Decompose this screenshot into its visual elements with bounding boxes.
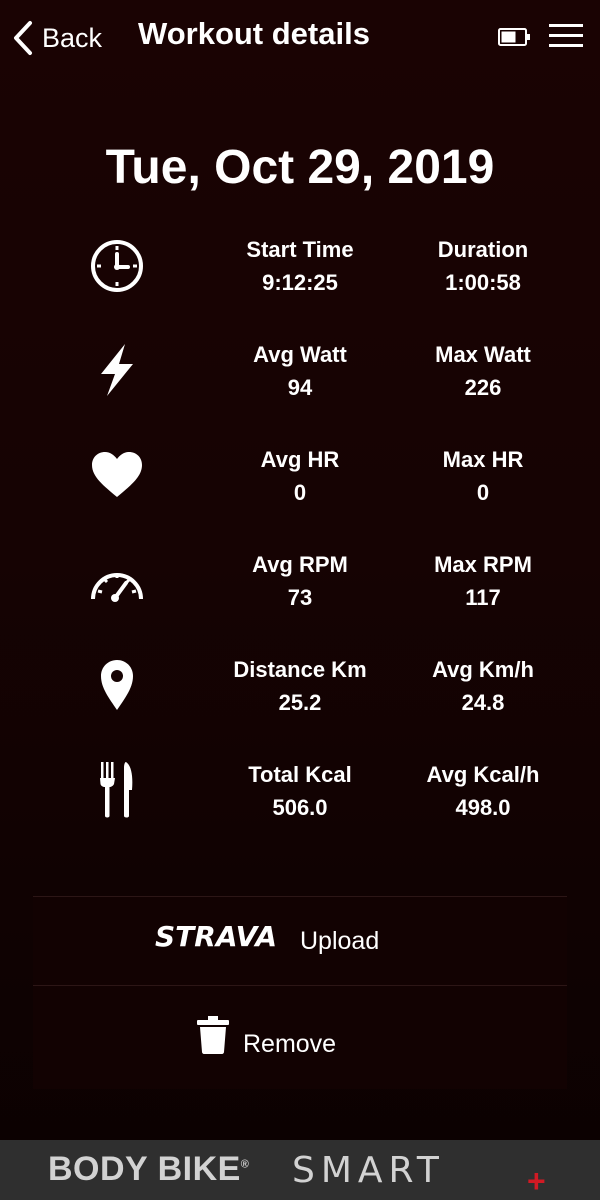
stat-start-time: Start Time 9:12:25 xyxy=(200,235,400,301)
registered-mark: ® xyxy=(240,1158,250,1171)
brand-plus: + xyxy=(527,1163,546,1199)
stat-value: 506.0 xyxy=(272,795,328,820)
stat-value: 117 xyxy=(465,585,501,610)
stat-value: 498.0 xyxy=(455,795,511,820)
stat-label: Avg Watt xyxy=(253,342,347,367)
stat-duration: Duration 1:00:58 xyxy=(383,235,583,301)
brand-smart: SMART xyxy=(292,1150,445,1191)
stat-max-hr: Max HR 0 xyxy=(383,445,583,511)
chevron-left-icon xyxy=(14,21,32,55)
stat-row-watt: Avg Watt 94 Max Watt 226 xyxy=(0,340,600,440)
stat-label: Total Kcal xyxy=(248,762,352,787)
stat-avg-speed: Avg Km/h 24.8 xyxy=(383,655,583,721)
stat-label: Max RPM xyxy=(434,552,532,577)
stat-label: Distance Km xyxy=(233,657,367,682)
back-label: Back xyxy=(42,22,103,53)
stat-row-time: Start Time 9:12:25 Duration 1:00:58 xyxy=(0,235,600,335)
stat-label: Duration xyxy=(437,237,529,262)
stat-value: 0 xyxy=(293,480,307,505)
heart-icon xyxy=(87,445,147,505)
back-button[interactable]: Back xyxy=(12,18,102,58)
brand-body-text: BODY BIKE xyxy=(48,1150,241,1188)
brand-body-bike: BODY BIKE® xyxy=(48,1150,249,1189)
stat-value: 94 xyxy=(287,375,313,400)
stat-row-calories: Total Kcal 506.0 Avg Kcal/h 498.0 xyxy=(0,760,600,860)
stat-row-rpm: Avg RPM 73 Max RPM 117 xyxy=(0,550,600,650)
actions-panel: STRAVA Upload Remove xyxy=(33,896,567,1089)
fork-knife-icon xyxy=(87,760,147,820)
stat-value: 0 xyxy=(476,480,490,505)
brand-footer: BODY BIKE® SMART xyxy=(0,1140,600,1200)
lightning-icon xyxy=(87,340,147,400)
trash-icon xyxy=(197,1016,229,1054)
stat-label: Avg HR xyxy=(260,447,340,472)
remove-button[interactable]: Remove xyxy=(33,985,567,1089)
stat-avg-watt: Avg Watt 94 xyxy=(200,340,400,406)
location-pin-icon xyxy=(87,655,147,715)
stat-label: Avg Kcal/h xyxy=(426,762,540,787)
stat-max-rpm: Max RPM 117 xyxy=(383,550,583,616)
workout-date: Tue, Oct 29, 2019 xyxy=(105,141,495,194)
speedometer-icon xyxy=(87,550,147,610)
stat-label: Avg RPM xyxy=(252,552,348,577)
stat-value: 25.2 xyxy=(278,690,322,715)
stat-value: 9:12:25 xyxy=(262,270,338,295)
stat-label: Avg Km/h xyxy=(432,657,534,682)
stat-label: Start Time xyxy=(246,237,354,262)
stat-value: 73 xyxy=(287,585,313,610)
page-title: Workout details xyxy=(138,16,370,51)
stat-label: Max HR xyxy=(442,447,524,472)
upload-label: Upload xyxy=(300,927,380,955)
stat-avg-hr: Avg HR 0 xyxy=(200,445,400,511)
hamburger-menu-icon[interactable] xyxy=(548,22,584,50)
clock-icon xyxy=(87,235,147,295)
stat-row-distance: Distance Km 25.2 Avg Km/h 24.8 xyxy=(0,655,600,755)
strava-upload-button[interactable]: STRAVA Upload xyxy=(33,896,567,986)
stat-max-watt: Max Watt 226 xyxy=(383,340,583,406)
stat-avg-rpm: Avg RPM 73 xyxy=(200,550,400,616)
stat-row-heart-rate: Avg HR 0 Max HR 0 xyxy=(0,445,600,545)
stat-value: 226 xyxy=(464,375,502,400)
remove-label: Remove xyxy=(243,1030,337,1058)
stat-total-kcal: Total Kcal 506.0 xyxy=(200,760,400,826)
stat-label: Max Watt xyxy=(435,342,531,367)
strava-logo: STRAVA xyxy=(155,920,278,953)
stat-distance: Distance Km 25.2 xyxy=(200,655,400,721)
header-bar: Back Workout details xyxy=(0,0,600,75)
stat-avg-kcal: Avg Kcal/h 498.0 xyxy=(383,760,583,826)
stat-value: 24.8 xyxy=(461,690,505,715)
battery-icon xyxy=(498,28,530,46)
stat-value: 1:00:58 xyxy=(445,270,521,295)
